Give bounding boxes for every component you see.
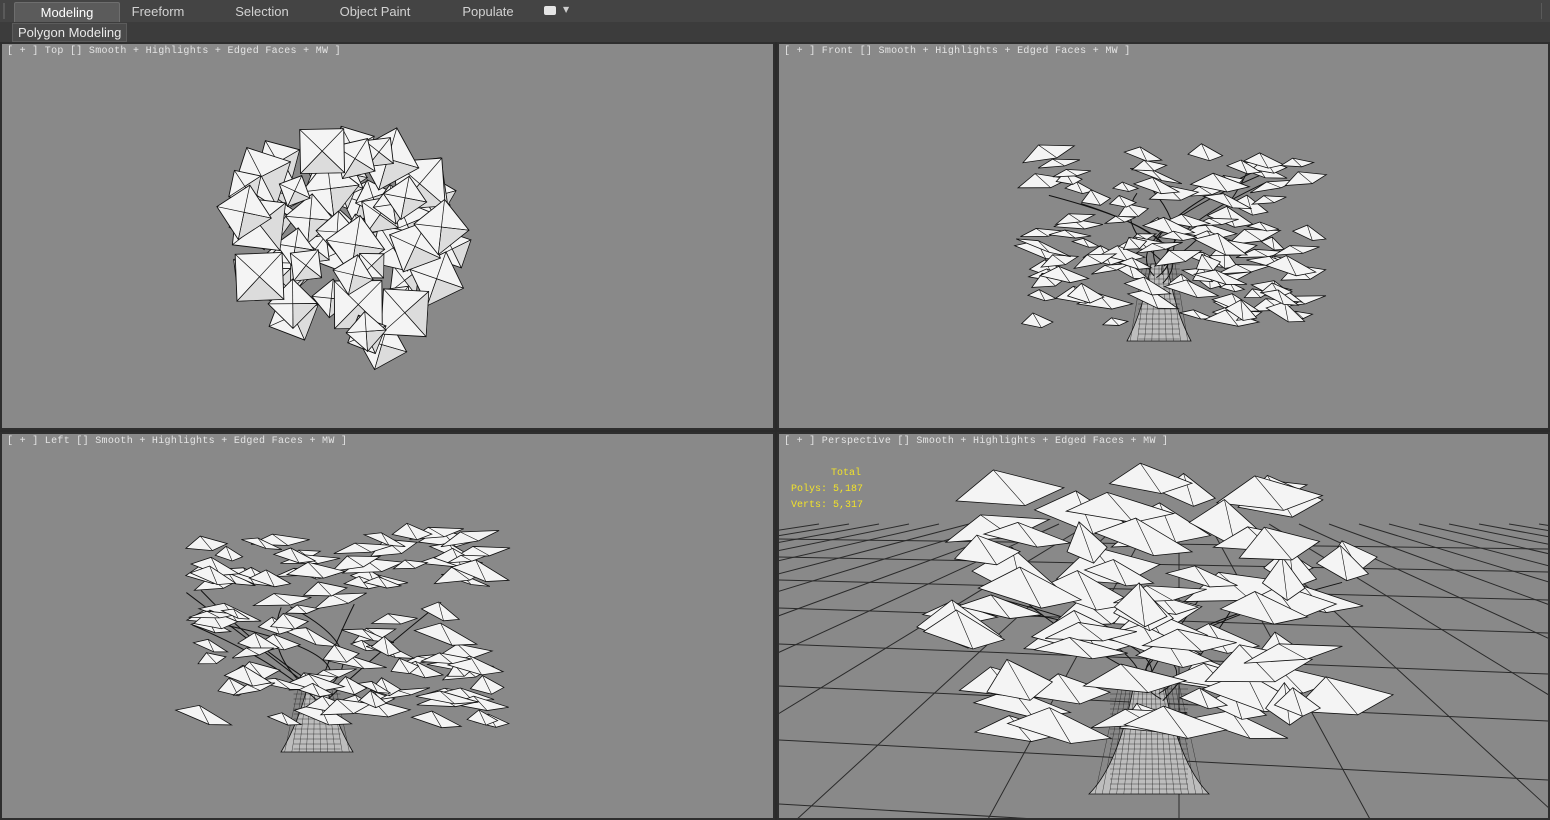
chevron-down-icon[interactable]: ▼ <box>563 5 569 14</box>
leaf-card <box>1020 312 1054 329</box>
leaf-card <box>1101 317 1130 326</box>
ribbon-divider <box>1541 3 1542 19</box>
leaf-card <box>234 251 285 302</box>
tree-canopy-top <box>216 125 472 371</box>
ribbon-panel: Polygon Modeling <box>0 22 1550 42</box>
viewport-top[interactable]: [ + ] Top [] Smooth + Highlights + Edged… <box>0 42 775 430</box>
tab-selection[interactable]: Selection <box>222 2 302 21</box>
leaf-card <box>413 622 479 646</box>
stats-verts: Verts: 5,317 <box>791 500 864 511</box>
statistics-overlay: Total Polys: 5,187 Verts: 5,317 <box>791 466 863 514</box>
leaf-card <box>1026 289 1058 302</box>
viewport-label-top[interactable]: [ + ] Top [] Smooth + Highlights + Edged… <box>7 46 341 57</box>
viewport-label-left[interactable]: [ + ] Left [] Smooth + Highlights + Edge… <box>7 436 347 447</box>
tab-freeform[interactable]: Freeform <box>118 2 198 21</box>
tab-populate[interactable]: Populate <box>448 2 528 21</box>
leaf-card <box>469 674 505 695</box>
ribbon-options-icon[interactable] <box>544 6 556 15</box>
leaf-card <box>299 128 346 174</box>
tab-modeling[interactable]: Modeling <box>14 2 120 22</box>
top-view-tree-model <box>216 125 472 371</box>
ribbon-grip[interactable] <box>3 3 13 19</box>
leaf-card <box>1291 224 1327 241</box>
viewport-perspective[interactable]: [ + ] Perspective [] Smooth + Highlights… <box>777 432 1550 820</box>
leaf-card <box>214 545 244 562</box>
leaf-card <box>1284 171 1328 187</box>
polygon-modeling-panel-button[interactable]: Polygon Modeling <box>12 23 128 42</box>
leaf-card <box>192 638 229 653</box>
leaf-card <box>370 613 418 625</box>
stats-polys: Polys: 5,187 <box>791 484 864 495</box>
leaf-card <box>1187 143 1224 162</box>
leaf-card <box>410 710 463 729</box>
front-view-tree-model <box>1013 143 1328 342</box>
viewport-label-front[interactable]: [ + ] Front [] Smooth + Highlights + Edg… <box>784 46 1131 57</box>
left-view-tree-model <box>174 522 511 753</box>
leaf-card <box>289 249 323 282</box>
leaf-card <box>420 601 461 622</box>
perspective-view-tree-model <box>779 462 1548 818</box>
tab-object-paint[interactable]: Object Paint <box>330 2 420 21</box>
stats-total-label: Total <box>831 468 862 479</box>
ribbon-tab-bar: Modeling Freeform Selection Object Paint… <box>0 0 1550 23</box>
leaf-card <box>380 288 430 338</box>
tree-canopy-left <box>174 522 511 729</box>
viewport-label-perspective[interactable]: [ + ] Perspective [] Smooth + Highlights… <box>784 436 1168 447</box>
viewport-left[interactable]: [ + ] Left [] Smooth + Highlights + Edge… <box>0 432 775 820</box>
leaf-card <box>174 704 233 726</box>
viewport-front[interactable]: [ + ] Front [] Smooth + Highlights + Edg… <box>777 42 1550 430</box>
